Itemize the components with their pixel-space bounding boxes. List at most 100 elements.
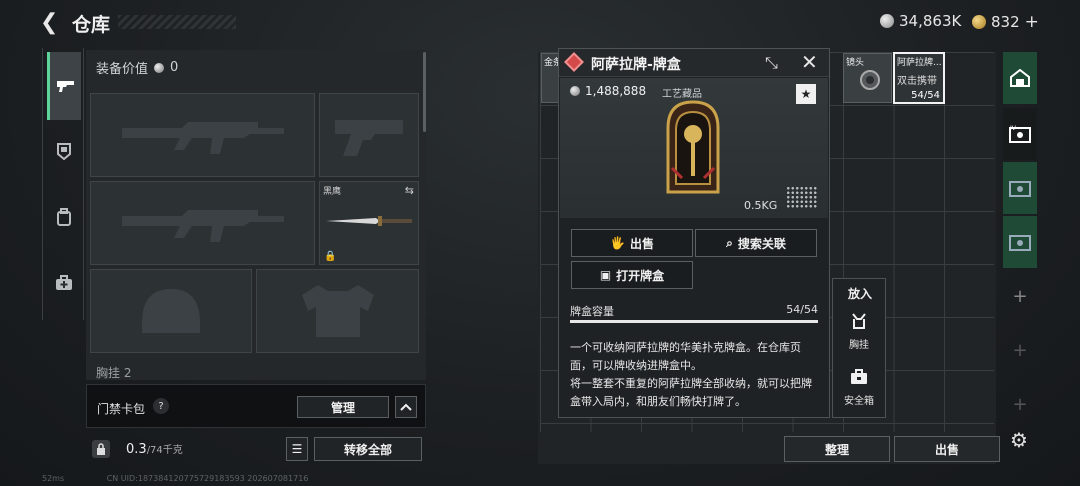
knife-icon [326, 216, 412, 226]
put-in-safe-box[interactable]: 安全箱 [835, 363, 883, 413]
add-currency-icon[interactable]: + [1025, 12, 1039, 32]
favorite-star-icon[interactable]: ★ [796, 84, 816, 104]
popup-header: 阿萨拉牌-牌盒 ⤡ ✕ [559, 49, 829, 77]
equipment-panel: 装备价值 0 黑鹰 ⇆ 🔒 [86, 50, 426, 380]
page-title: 仓库 [72, 14, 111, 36]
secondary-weapon-slot[interactable] [90, 181, 315, 265]
search-icon: ⌕ [726, 235, 733, 250]
chest-rig-label: 胸挂 2 [96, 366, 132, 380]
gold-coin-icon [972, 15, 986, 29]
top-bar: ❮ 仓库 34,863K 832 + [0, 0, 1080, 44]
svg-text:IV: IV [1010, 125, 1017, 132]
container-rail: IV + + + [1003, 52, 1037, 422]
open-box-button[interactable]: ▣ 打开牌盒 [571, 261, 693, 289]
item-value: 1,488,888 [570, 84, 646, 98]
capacity-label: 牌盒容量 [570, 305, 614, 318]
add-container-icon[interactable]: + [1003, 324, 1037, 376]
case-iv-icon[interactable] [1003, 216, 1037, 268]
item-label: 镜头 [846, 58, 865, 68]
carry-weight-max: /74千克 [146, 445, 183, 456]
manage-button[interactable]: 管理 [297, 396, 389, 418]
melee-label: 黑鹰 [323, 187, 342, 197]
card-box-image [666, 100, 720, 194]
category-rail [42, 48, 84, 320]
safe-box-label: 安全箱 [844, 396, 874, 407]
back-arrow-icon[interactable]: ❮ [40, 10, 58, 35]
case-iv-icon[interactable]: IV [1003, 108, 1037, 160]
box-icon: ▣ [599, 268, 612, 282]
case-iv-icon[interactable] [1003, 162, 1037, 214]
silver-coin-icon [880, 14, 894, 28]
put-in-chest-rig[interactable]: 胸挂 [835, 307, 883, 357]
search-related-button[interactable]: ⌕ 搜索关联 [695, 229, 817, 257]
swap-icon[interactable]: ⇆ [405, 184, 414, 197]
card-box-item[interactable]: 阿萨拉牌... 双击携带 54/54 [893, 52, 945, 104]
add-container-icon[interactable]: + [1003, 378, 1037, 430]
item-detail-popup: 阿萨拉牌-牌盒 ⤡ ✕ 1,488,888 工艺藏品 ★ 0.5KG 🖐 出售 … [558, 48, 830, 418]
title-decoration [118, 15, 236, 29]
rarity-diamond-icon [564, 52, 584, 72]
vest-silhouette-icon [257, 270, 418, 352]
safe-box-icon [850, 369, 868, 389]
silver-currency: 34,863K [880, 12, 961, 30]
item-hint: 双击携带 [897, 76, 937, 87]
equipment-value-amount: 0 [170, 60, 179, 75]
item-label: 阿萨拉牌... [897, 58, 942, 68]
add-container-icon[interactable]: + [1003, 270, 1037, 322]
close-icon[interactable]: ✕ [801, 50, 818, 74]
armor-slot[interactable] [256, 269, 419, 353]
silver-amount: 34,863K [899, 12, 962, 30]
search-related-label: 搜索关联 [737, 236, 786, 251]
help-icon[interactable]: ? [153, 398, 169, 414]
equipment-scrollbar[interactable] [423, 52, 426, 132]
carry-weight: 0.3/74千克 [126, 441, 183, 457]
put-in-panel: 放入 胸挂 安全箱 [832, 278, 886, 418]
access-card-pack: 门禁卡包 ? 管理 [86, 384, 426, 428]
sell-button[interactable]: 出售 [894, 436, 1000, 462]
equipment-value: 装备价值 0 [96, 58, 178, 77]
gold-currency[interactable]: 832 + [972, 12, 1039, 32]
silver-coin-icon [570, 86, 580, 96]
rifle-silhouette-icon [91, 94, 314, 176]
description-line-2: 将一整套不重复的阿萨拉牌全部收纳，就可以把牌盒带入局内，和朋友们畅快打牌了。 [570, 377, 812, 408]
backpack-icon[interactable] [47, 200, 81, 234]
item-weight: 0.5KG [744, 199, 778, 212]
item-title: 阿萨拉牌-牌盒 [591, 57, 681, 73]
primary-weapon-slot[interactable] [90, 93, 315, 177]
armor-icon[interactable] [47, 134, 81, 168]
helmet-slot[interactable] [90, 269, 252, 353]
capacity-progress-bar [570, 320, 818, 323]
pistol-silhouette-icon [320, 94, 418, 176]
medkit-icon[interactable] [47, 266, 81, 300]
rifle-silhouette-icon [91, 182, 314, 264]
melee-slot[interactable]: 黑鹰 ⇆ 🔒 [319, 181, 419, 265]
item-count: 54/54 [911, 90, 940, 101]
sell-hand-icon: 🖐 [610, 236, 625, 250]
lock-icon [92, 440, 110, 458]
minimize-icon[interactable]: ⤡ [765, 53, 778, 73]
gear-icon[interactable]: ⚙ [1010, 428, 1028, 452]
pistol-icon[interactable] [47, 52, 81, 120]
transfer-all-button[interactable]: 转移全部 [314, 437, 422, 461]
sell-item-label: 出售 [629, 236, 654, 251]
item-description: 一个可收纳阿萨拉牌的华美扑克牌盒。在仓库页面，可以牌收纳进牌盒中。 将一整套不重… [570, 339, 820, 411]
card-pack-label: 门禁卡包 [97, 402, 146, 416]
carry-weight-current: 0.3 [126, 442, 147, 457]
item-preview: 1,488,888 工艺藏品 ★ 0.5KG [560, 78, 828, 218]
status-bar: 52ms CN UID:18738412077572918359​3 20260… [42, 474, 308, 483]
list-icon[interactable]: ☰ [286, 437, 308, 461]
weight-bar: 0.3/74千克 ☰ 转移全部 [86, 432, 426, 466]
scope-lens-icon [860, 70, 880, 90]
sell-item-button[interactable]: 🖐 出售 [571, 229, 693, 257]
warehouse-icon[interactable] [1003, 52, 1037, 104]
description-line-1: 一个可收纳阿萨拉牌的华美扑克牌盒。在仓库页面，可以牌收纳进牌盒中。 [570, 341, 801, 372]
chevron-up-icon[interactable] [395, 396, 417, 418]
pistol-slot[interactable] [319, 93, 419, 177]
sort-button[interactable]: 整理 [784, 436, 890, 462]
item-value-amount: 1,488,888 [585, 84, 647, 98]
lock-icon: 🔒 [324, 251, 337, 262]
inventory-item[interactable]: 镜头 [843, 53, 892, 103]
silver-coin-icon [154, 62, 165, 73]
equipment-value-label: 装备价值 [96, 62, 149, 77]
helmet-silhouette-icon [91, 270, 251, 352]
